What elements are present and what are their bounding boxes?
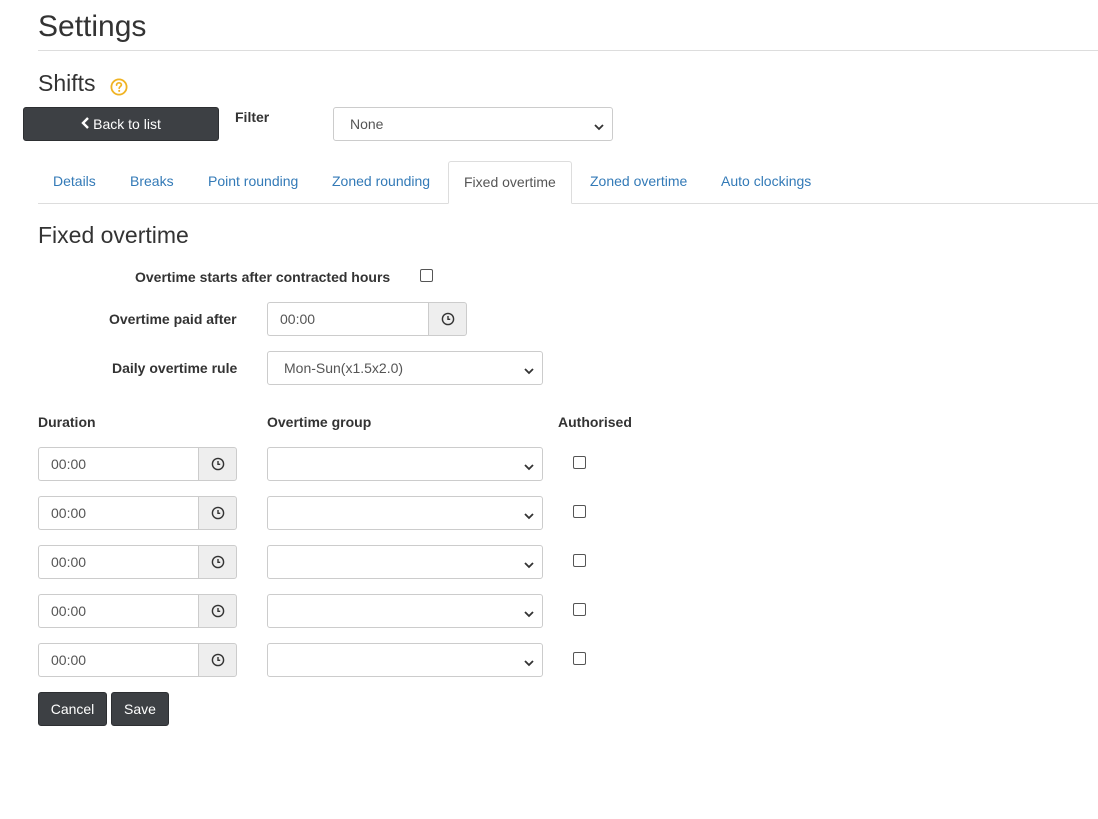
clock-button[interactable] bbox=[428, 302, 467, 336]
chevron-left-icon bbox=[81, 116, 90, 133]
section-title: Shifts bbox=[38, 70, 128, 97]
tab-breaks[interactable]: Breaks bbox=[130, 161, 174, 203]
form-title: Fixed overtime bbox=[38, 222, 189, 248]
clock-icon bbox=[441, 312, 454, 326]
daily-overtime-rule-value: Mon-Sun(x1.5x2.0) bbox=[284, 360, 404, 376]
cancel-button[interactable]: Cancel bbox=[38, 692, 107, 726]
duration-input[interactable]: 00:00 bbox=[38, 545, 198, 579]
overtime-paid-after-field: 00:00 bbox=[267, 302, 467, 336]
authorised-checkbox[interactable] bbox=[573, 456, 586, 469]
tab-bar: Details Breaks Point rounding Zoned roun… bbox=[38, 161, 1098, 204]
tab-zoned-rounding[interactable]: Zoned rounding bbox=[332, 161, 430, 203]
clock-icon bbox=[211, 457, 224, 471]
chevron-down-icon bbox=[524, 655, 534, 667]
authorised-header: Authorised bbox=[558, 414, 632, 430]
overtime-group-select[interactable] bbox=[267, 594, 543, 628]
back-to-list-label: Back to list bbox=[93, 116, 161, 132]
overtime-group-select[interactable] bbox=[267, 643, 543, 677]
section-title-text: Shifts bbox=[38, 70, 96, 96]
clock-button[interactable] bbox=[198, 545, 237, 579]
clock-button[interactable] bbox=[198, 496, 237, 530]
overtime-starts-checkbox[interactable] bbox=[420, 269, 433, 282]
filter-select[interactable]: None bbox=[333, 107, 613, 141]
duration-field: 00:00 bbox=[38, 545, 237, 579]
duration-field: 00:00 bbox=[38, 496, 237, 530]
chevron-down-icon bbox=[524, 606, 534, 618]
overtime-paid-after-label: Overtime paid after bbox=[109, 311, 237, 327]
chevron-down-icon bbox=[524, 557, 534, 569]
authorised-checkbox[interactable] bbox=[573, 505, 586, 518]
page-title: Settings bbox=[38, 10, 147, 43]
authorised-checkbox[interactable] bbox=[573, 554, 586, 567]
chevron-down-icon bbox=[524, 508, 534, 520]
daily-overtime-rule-label: Daily overtime rule bbox=[112, 360, 238, 376]
chevron-down-icon bbox=[524, 363, 534, 375]
overtime-group-select[interactable] bbox=[267, 496, 543, 530]
duration-field: 00:00 bbox=[38, 447, 237, 481]
duration-field: 00:00 bbox=[38, 594, 237, 628]
overtime-group-header: Overtime group bbox=[267, 414, 372, 430]
clock-button[interactable] bbox=[198, 643, 237, 677]
clock-icon bbox=[211, 653, 224, 667]
clock-icon bbox=[211, 506, 224, 520]
filter-label: Filter bbox=[235, 109, 270, 125]
chevron-down-icon bbox=[594, 119, 604, 131]
daily-overtime-rule-select[interactable]: Mon-Sun(x1.5x2.0) bbox=[267, 351, 543, 385]
authorised-checkbox[interactable] bbox=[573, 652, 586, 665]
chevron-down-icon bbox=[524, 459, 534, 471]
duration-input[interactable]: 00:00 bbox=[38, 447, 198, 481]
duration-header: Duration bbox=[38, 414, 96, 430]
tab-zoned-overtime[interactable]: Zoned overtime bbox=[590, 161, 687, 203]
overtime-paid-after-input[interactable]: 00:00 bbox=[267, 302, 428, 336]
tab-auto-clockings[interactable]: Auto clockings bbox=[721, 161, 811, 203]
duration-input[interactable]: 00:00 bbox=[38, 496, 198, 530]
overtime-group-select[interactable] bbox=[267, 447, 543, 481]
clock-icon bbox=[211, 604, 224, 618]
tab-point-rounding[interactable]: Point rounding bbox=[208, 161, 298, 203]
duration-input[interactable]: 00:00 bbox=[38, 594, 198, 628]
save-button[interactable]: Save bbox=[111, 692, 169, 726]
tab-details[interactable]: Details bbox=[53, 161, 96, 203]
question-circle-icon[interactable] bbox=[110, 75, 128, 95]
duration-input[interactable]: 00:00 bbox=[38, 643, 198, 677]
clock-icon bbox=[211, 555, 224, 569]
back-to-list-button[interactable]: Back to list bbox=[23, 107, 219, 141]
authorised-checkbox[interactable] bbox=[573, 603, 586, 616]
tab-fixed-overtime[interactable]: Fixed overtime bbox=[448, 161, 572, 204]
overtime-starts-label: Overtime starts after contracted hours bbox=[135, 269, 391, 285]
clock-button[interactable] bbox=[198, 594, 237, 628]
duration-field: 00:00 bbox=[38, 643, 237, 677]
title-divider bbox=[38, 50, 1098, 51]
filter-select-value: None bbox=[350, 116, 384, 132]
overtime-group-select[interactable] bbox=[267, 545, 543, 579]
clock-button[interactable] bbox=[198, 447, 237, 481]
